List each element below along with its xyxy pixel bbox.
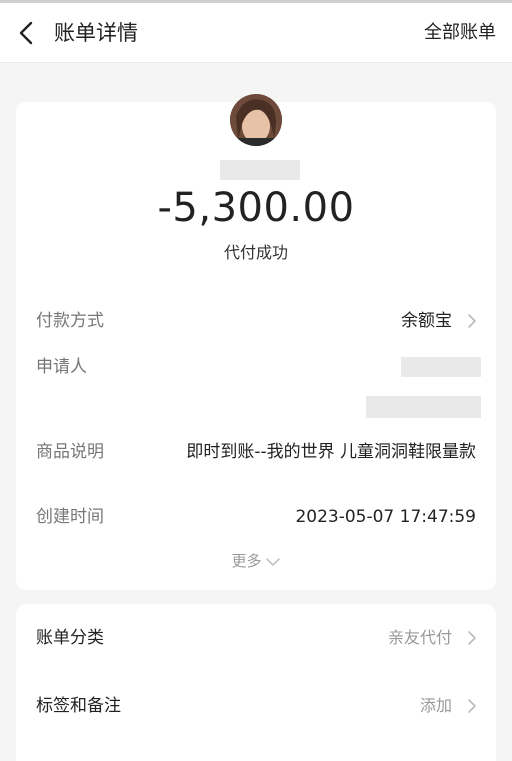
more-toggle[interactable]: 更多 (16, 550, 496, 572)
back-arrow-icon[interactable] (14, 19, 40, 47)
bill-extras-card: 账单分类 亲友代付 标签和备注 添加 (16, 604, 496, 761)
applicant-label: 申请人 (36, 357, 87, 377)
tags-notes-value[interactable]: 添加 (420, 694, 452, 718)
bill-amount: -5,300.00 (157, 185, 355, 231)
created-time-label: 创建时间 (36, 507, 104, 527)
more-label: 更多 (231, 552, 262, 570)
bill-category-label: 账单分类 (36, 628, 104, 648)
payment-method-value[interactable]: 余额宝 (401, 309, 452, 333)
payee-name-redacted (220, 160, 300, 180)
product-label: 商品说明 (36, 442, 104, 462)
chevron-right-icon[interactable] (466, 629, 478, 647)
bill-category-value[interactable]: 亲友代付 (388, 626, 452, 650)
applicant-account-redacted (366, 396, 481, 418)
tags-notes-label: 标签和备注 (36, 696, 121, 716)
chevron-down-icon (265, 557, 280, 566)
product-value: 即时到账--我的世界 儿童洞洞鞋限量款 (186, 442, 476, 462)
top-nav-bar: 账单详情 全部账单 (0, 3, 512, 63)
applicant-name-redacted (401, 357, 481, 377)
chevron-right-icon[interactable] (466, 697, 478, 715)
chevron-right-icon[interactable] (466, 312, 478, 330)
all-bills-link[interactable]: 全部账单 (424, 20, 496, 46)
avatar (230, 94, 282, 146)
payment-method-label: 付款方式 (36, 311, 104, 331)
payment-status: 代付成功 (223, 243, 288, 262)
created-time-value: 2023-05-07 17:47:59 (295, 507, 476, 527)
bill-summary-card: -5,300.00 代付成功 付款方式 余额宝 申请人 商品说明 即时到账--我… (16, 94, 496, 590)
page-title: 账单详情 (54, 21, 138, 45)
